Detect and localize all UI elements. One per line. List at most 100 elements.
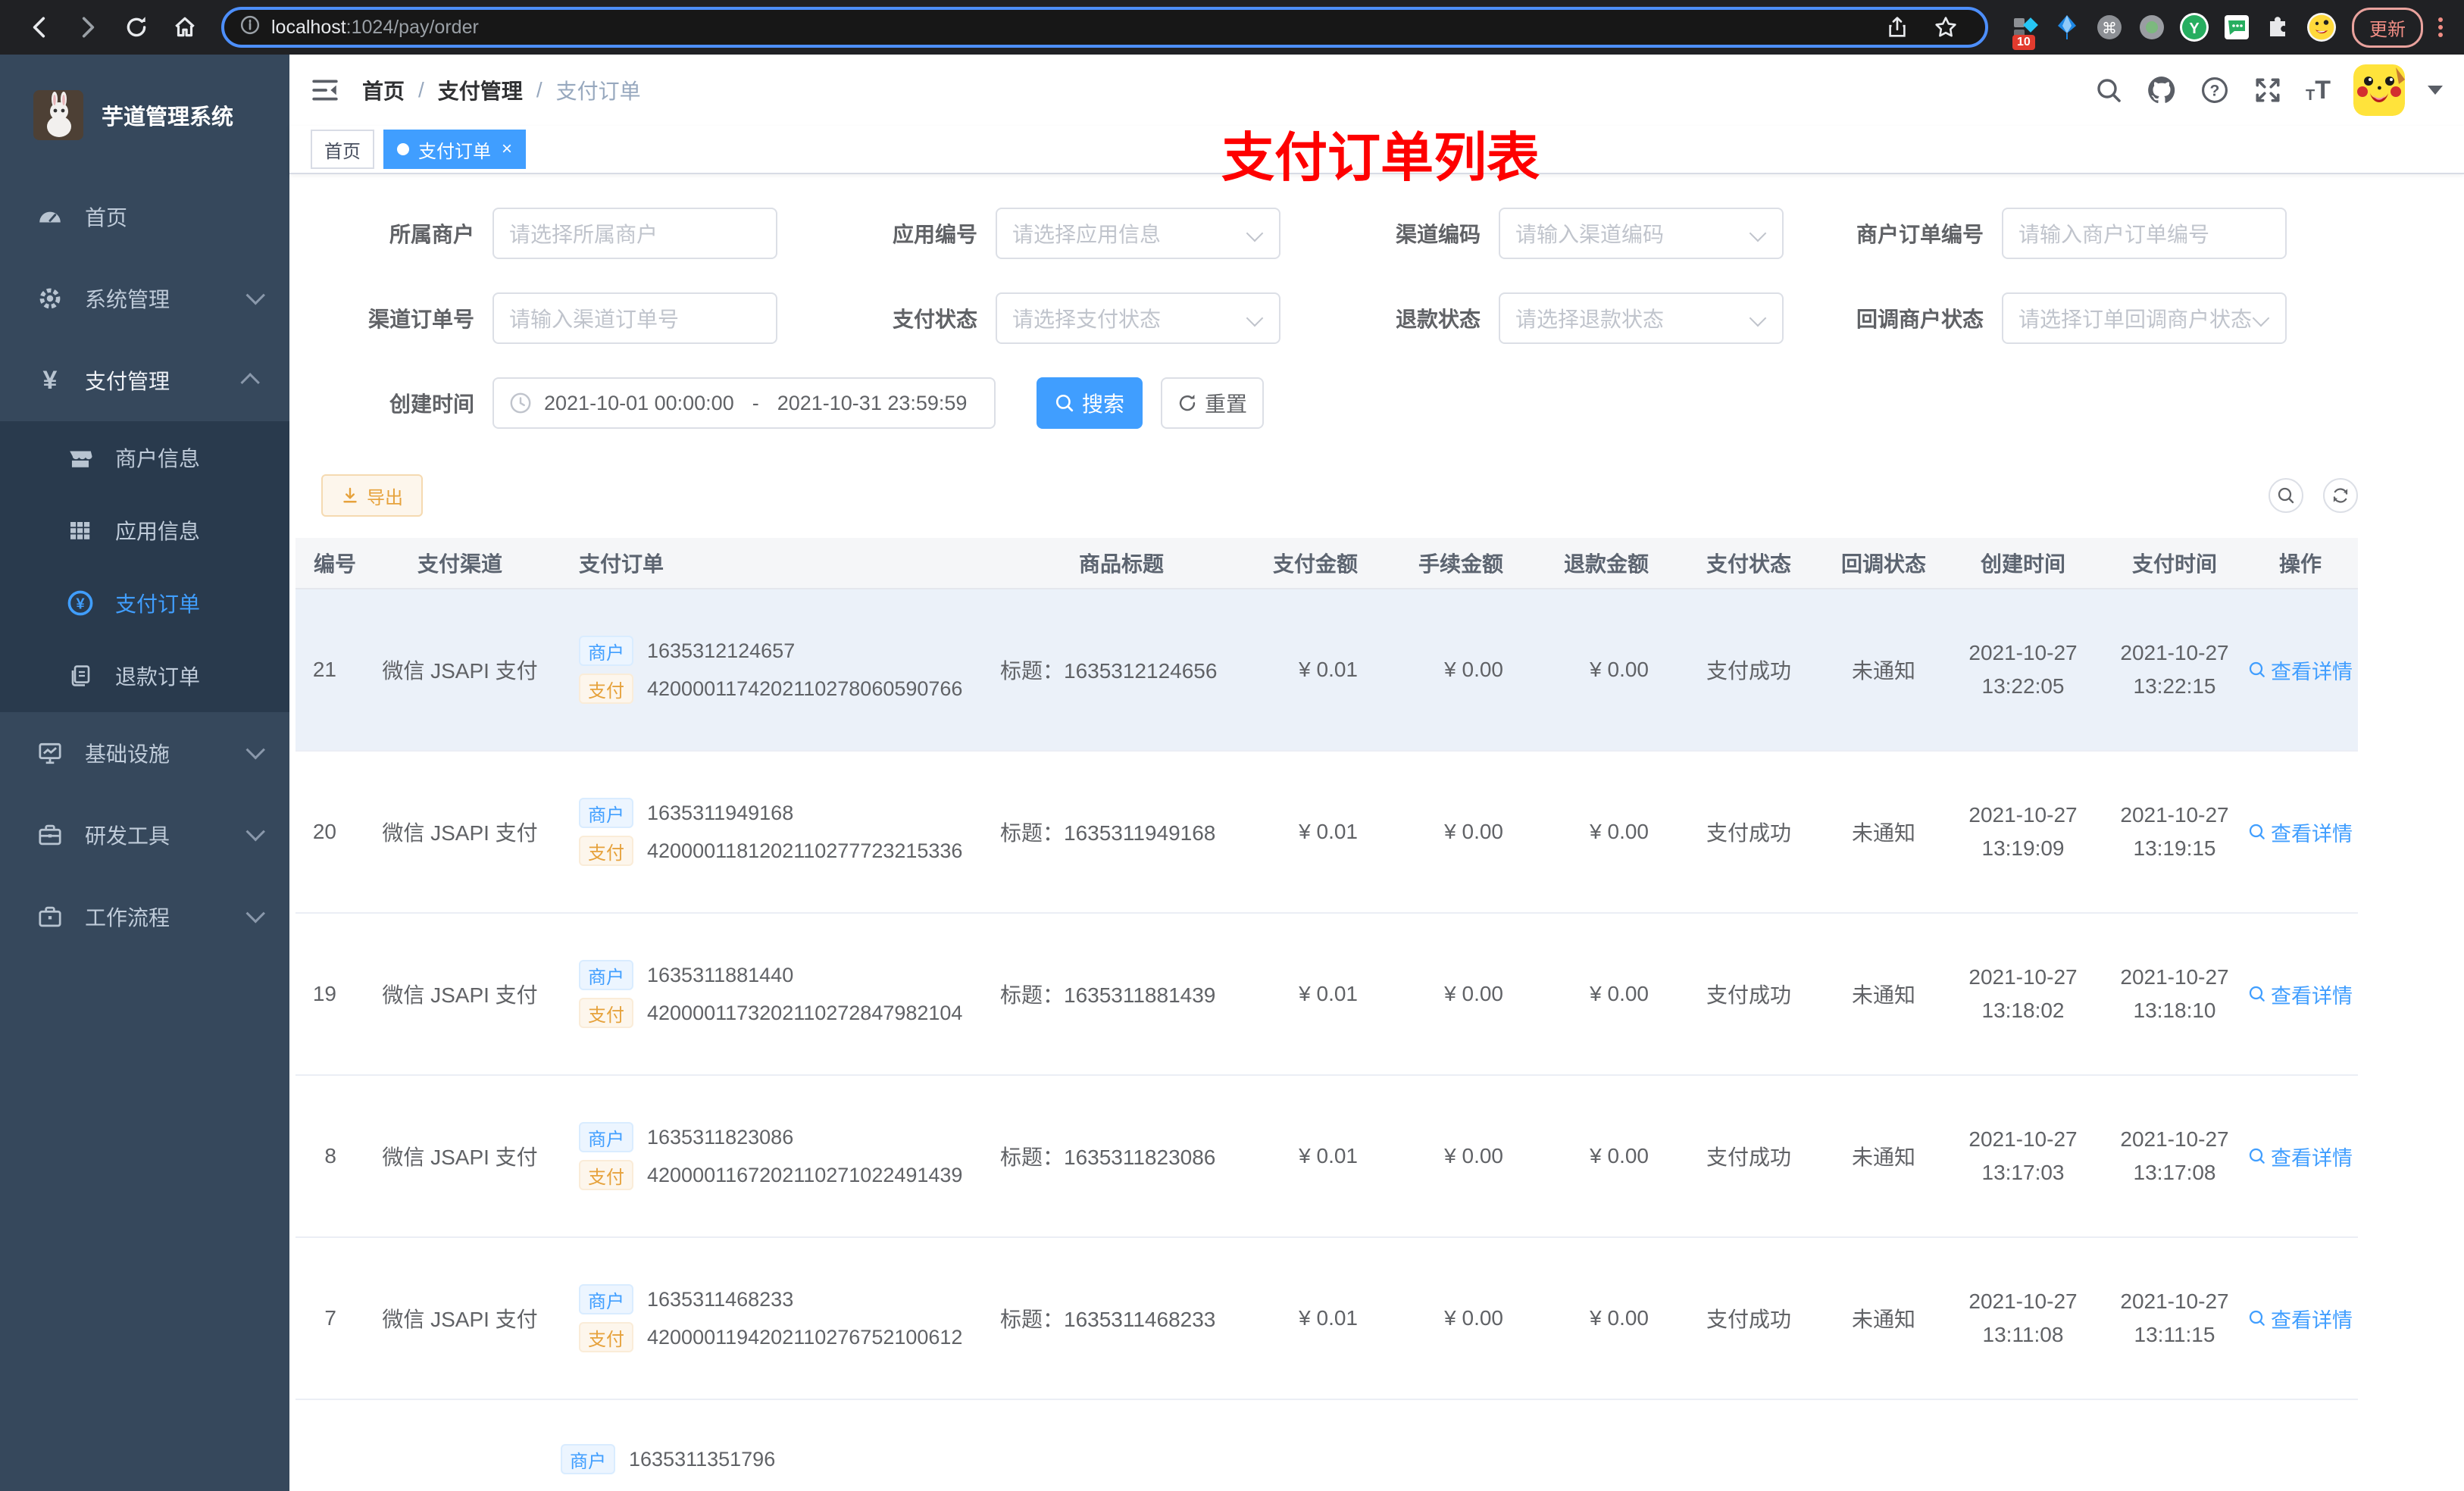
cell-fee-amount: ¥ 0.00	[1444, 982, 1503, 1005]
table-row[interactable]: 7 微信 JSAPI 支付 商户 1635311468233 支付 42000011…	[295, 1238, 2358, 1400]
extension-emoji-icon[interactable]	[2305, 11, 2338, 44]
table-row[interactable]: 8 微信 JSAPI 支付 商户 1635311823086 支付 42000011…	[295, 1076, 2358, 1238]
filter-field: 应用编号 请选择应用信息	[799, 208, 1280, 259]
search-button-icon	[1055, 394, 1074, 412]
extension-chat-icon[interactable]	[2220, 11, 2253, 44]
table-row[interactable]: 19 微信 JSAPI 支付 商户 1635311881440 支付 4200001…	[295, 914, 2358, 1076]
placeholder-text: 请输入渠道编码	[1515, 223, 1665, 246]
submenu-pay-manage: 商户信息 应用信息 ¥ 支付订单 退款订单	[0, 421, 289, 712]
export-button[interactable]: 导出	[321, 474, 423, 517]
filter-field: 支付状态 请选择支付状态	[799, 292, 1280, 344]
fullscreen-icon[interactable]	[2253, 75, 2283, 105]
table-row[interactable]: 21 微信 JSAPI 支付 商户 1635312124657 支付 4200001…	[295, 589, 2358, 752]
filter-select[interactable]: 请选择订单回调商户状态	[2002, 292, 2287, 344]
extension-y-icon[interactable]: Y	[2178, 11, 2211, 44]
column-header: 支付状态	[1706, 552, 1791, 576]
breadcrumb-home[interactable]: 首页	[362, 75, 405, 105]
sidebar-menu-item[interactable]: 研发工具	[0, 794, 289, 876]
topbar: 首页 / 支付管理 / 支付订单 ? T T	[289, 55, 2464, 126]
grid-icon	[67, 517, 94, 544]
placeholder-text: 请选择支付状态	[1012, 308, 1162, 331]
sidebar-menu-item[interactable]: 退款订单	[0, 639, 289, 712]
magnifier-icon	[2249, 661, 2265, 677]
view-detail-link[interactable]: 查看详情	[2248, 980, 2353, 1009]
browser-back-icon[interactable]	[21, 9, 58, 45]
filter-label: 渠道编码	[1395, 223, 1481, 246]
view-detail-link[interactable]: 查看详情	[2248, 817, 2353, 847]
share-icon[interactable]	[1879, 9, 1915, 45]
font-size-icon[interactable]: TT	[2306, 77, 2331, 103]
filter-field: 商户订单编号 请输入商户订单编号	[1805, 208, 2287, 259]
search-button[interactable]: 搜索	[1037, 377, 1143, 429]
channel-pay-no: 4200001167202110271022491439	[647, 1163, 963, 1186]
extension-tabs-icon[interactable]: 10	[2008, 11, 2041, 50]
column-header: 创建时间	[1980, 552, 2065, 576]
browser-chrome: localhost:1024/pay/order 10 ⌘ Y 更新	[0, 0, 2464, 55]
filter-label: 应用编号	[892, 223, 977, 246]
column-header: 支付订单	[579, 552, 664, 576]
bookmark-star-icon[interactable]	[1928, 9, 1964, 45]
show-search-toggle-button[interactable]	[2269, 478, 2303, 513]
cell-pay-order: 商户 1635311468233 支付 4200001194202110276752…	[561, 1277, 985, 1360]
filter-select[interactable]: 请选择支付状态	[996, 292, 1280, 344]
sidebar-menu-item[interactable]: ¥ 支付订单	[0, 567, 289, 639]
merchant-order-tag: 商户	[579, 1284, 633, 1314]
browser-menu-icon[interactable]	[2438, 17, 2443, 37]
filter-select[interactable]: 请选择退款状态	[1499, 292, 1784, 344]
sidebar-menu-item[interactable]: 系统管理	[0, 258, 289, 339]
browser-home-icon[interactable]	[167, 9, 203, 45]
view-detail-link[interactable]: 查看详情	[2248, 1142, 2353, 1171]
sidebar-menu-item[interactable]: ¥ 支付管理	[0, 339, 289, 421]
sidebar-menu-item[interactable]: 首页	[0, 176, 289, 258]
filter-label: 所属商户	[389, 223, 474, 246]
browser-reload-icon[interactable]	[118, 9, 155, 45]
address-bar[interactable]: localhost:1024/pay/order	[221, 7, 1988, 48]
browser-forward-icon[interactable]	[70, 9, 106, 45]
filter-select[interactable]: 请输入渠道编码	[1499, 208, 1784, 259]
github-icon[interactable]	[2147, 75, 2177, 105]
extension-kite-icon[interactable]	[2050, 11, 2084, 44]
avatar[interactable]	[2353, 64, 2405, 116]
table-row[interactable]: 20 微信 JSAPI 支付 商户 1635311949168 支付 4200001…	[295, 752, 2358, 914]
cell-pay-time: 2021-10-27 13:19:15	[2120, 803, 2229, 860]
cell-pay-order: 商户 1635312124657 支付 4200001174202110278060…	[561, 628, 985, 711]
refund-doc-icon	[67, 662, 94, 689]
filter-input[interactable]: 请输入商户订单编号	[2002, 208, 2287, 259]
sidebar-collapse-icon[interactable]	[311, 75, 341, 105]
filter-row: 渠道订单号 请输入渠道订单号 支付状态 请选择支付状态 退款状态 请选择退款状态…	[295, 292, 2464, 344]
breadcrumb-pay-manage[interactable]: 支付管理	[438, 75, 523, 105]
view-detail-link[interactable]: 查看详情	[2248, 1304, 2353, 1333]
tab-home[interactable]: 首页	[311, 130, 374, 169]
tab-close-icon[interactable]: ×	[502, 140, 512, 158]
extension-command-icon[interactable]: ⌘	[2093, 11, 2126, 44]
extension-puzzle-icon[interactable]	[2262, 11, 2296, 44]
chevron-down-icon	[2252, 309, 2270, 327]
main-area: 首页 / 支付管理 / 支付订单 ? T T 支付订单列表 首页 支付订单 × …	[289, 55, 2464, 1491]
cell-pay-time: 2021-10-27 13:22:15	[2120, 641, 2229, 698]
merchant-order-no: 1635311881440	[647, 963, 794, 986]
pay-order-tag: 支付	[579, 1160, 633, 1190]
sidebar-menu-item[interactable]: 应用信息	[0, 494, 289, 567]
help-icon[interactable]: ?	[2200, 75, 2230, 105]
search-icon[interactable]	[2093, 75, 2124, 105]
filter-input[interactable]: 请输入渠道订单号	[492, 292, 777, 344]
browser-update-button[interactable]: 更新	[2352, 7, 2423, 48]
refresh-button[interactable]	[2323, 478, 2358, 513]
sidebar-menu-item[interactable]: 工作流程	[0, 876, 289, 958]
extension-dot-icon[interactable]	[2135, 11, 2169, 44]
table-header: 编号 支付渠道 支付订单 商品标题 支付金额 手续金额 退款金额 支付状态 回调状态 创建时间 支付…	[295, 538, 2358, 589]
cell-pay-amount: ¥ 0.01	[1299, 982, 1358, 1005]
filter-select[interactable]: 请选择应用信息	[996, 208, 1280, 259]
site-info-icon[interactable]	[239, 14, 261, 42]
date-range-picker[interactable]: 2021-10-01 00:00:00 - 2021-10-31 23:59:5…	[492, 377, 996, 429]
cell-refund-amount: ¥ 0.00	[1590, 982, 1649, 1005]
sidebar-menu-item[interactable]: 商户信息	[0, 421, 289, 494]
avatar-caret-icon[interactable]	[2428, 86, 2443, 95]
tab-pay-order[interactable]: 支付订单 ×	[383, 130, 527, 169]
sidebar-menu-item[interactable]: 基础设施	[0, 712, 289, 794]
column-header: 支付渠道	[417, 552, 502, 576]
placeholder-text: 请选择订单回调商户状态	[2018, 308, 2253, 331]
reset-button[interactable]: 重置	[1161, 377, 1264, 429]
view-detail-link[interactable]: 查看详情	[2248, 655, 2353, 685]
filter-input[interactable]: 请选择所属商户	[492, 208, 777, 259]
